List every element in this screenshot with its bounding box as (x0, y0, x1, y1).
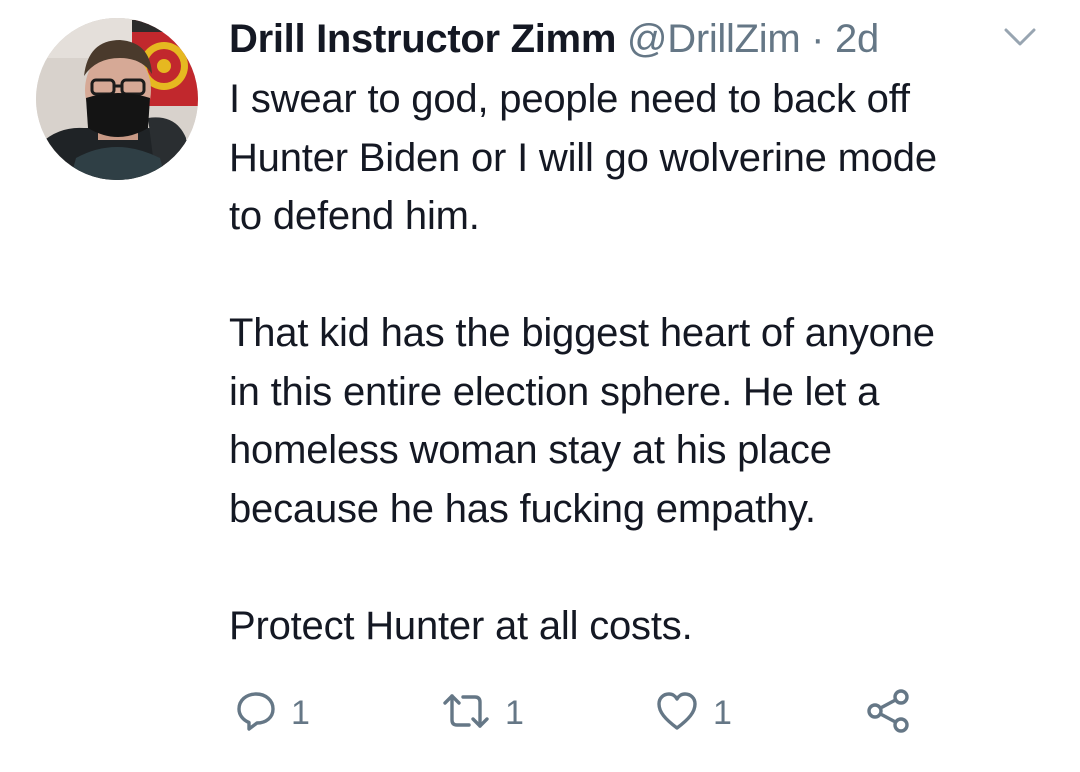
heart-icon (655, 690, 699, 737)
tweet-line: in this entire election sphere. He let a (229, 369, 880, 414)
tweet-line: Protect Hunter at all costs. (229, 603, 693, 648)
retweet-button[interactable]: 1 (441, 690, 524, 736)
tweet-line: I swear to god, people need to back off (229, 77, 910, 121)
reply-button[interactable]: 1 (235, 690, 310, 736)
reply-icon (235, 690, 277, 737)
tweet-header: Drill Instructor Zimm @DrillZim · 2d (229, 14, 1009, 64)
display-name[interactable]: Drill Instructor Zimm (229, 17, 616, 61)
share-button[interactable] (865, 688, 911, 739)
tweet-line: Hunter Biden or I will go wolverine mode (229, 135, 937, 180)
tweet-line: homeless woman stay at his place (229, 428, 832, 472)
tweet-text: I swear to god, people need to back off … (229, 70, 1059, 655)
tweet-card: Drill Instructor Zimm @DrillZim · 2d I s… (0, 0, 1080, 772)
timestamp[interactable]: 2d (835, 17, 879, 61)
retweet-icon (441, 690, 491, 737)
header-separator: · (811, 17, 825, 61)
share-icon (865, 688, 911, 739)
reply-count: 1 (291, 694, 310, 732)
tweet-line: to defend him. (229, 194, 480, 238)
tweet-line: because he has fucking empathy. (229, 486, 816, 531)
action-bar: 1 1 1 (229, 688, 1029, 739)
like-count: 1 (713, 694, 732, 732)
like-button[interactable]: 1 (655, 690, 732, 736)
avatar[interactable] (36, 18, 198, 180)
chevron-down-icon[interactable] (1000, 22, 1040, 52)
user-handle[interactable]: @DrillZim (627, 17, 801, 61)
avatar-photo (36, 18, 198, 180)
retweet-count: 1 (505, 694, 524, 732)
tweet-line: That kid has the biggest heart of anyone (229, 311, 935, 355)
